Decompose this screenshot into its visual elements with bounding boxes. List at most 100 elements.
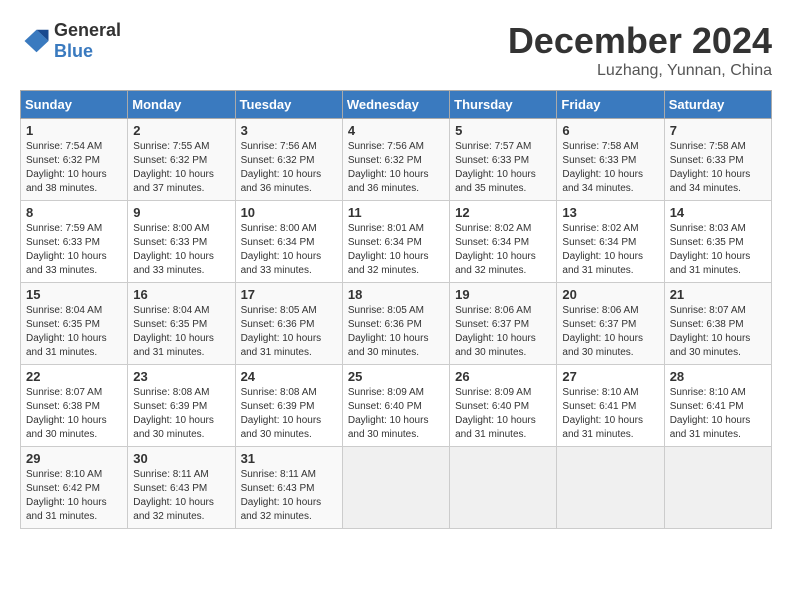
calendar-cell: 30 Sunrise: 8:11 AMSunset: 6:43 PMDayligh…: [128, 447, 235, 529]
day-info: Sunrise: 8:06 AMSunset: 6:37 PMDaylight:…: [562, 304, 658, 360]
calendar-cell: 31 Sunrise: 8:11 AMSunset: 6:43 PMDayligh…: [235, 447, 342, 529]
day-info: Sunrise: 8:08 AMSunset: 6:39 PMDaylight:…: [133, 386, 229, 442]
calendar-cell: 6 Sunrise: 7:58 AMSunset: 6:33 PMDaylight…: [557, 119, 664, 201]
calendar-week-row: 8 Sunrise: 7:59 AMSunset: 6:33 PMDaylight…: [21, 201, 772, 283]
day-info: Sunrise: 8:10 AMSunset: 6:41 PMDaylight:…: [670, 386, 766, 442]
day-info: Sunrise: 8:07 AMSunset: 6:38 PMDaylight:…: [670, 304, 766, 360]
day-info: Sunrise: 7:56 AMSunset: 6:32 PMDaylight:…: [348, 140, 444, 196]
day-number: 24: [241, 369, 337, 384]
col-tuesday: Tuesday: [235, 91, 342, 119]
day-info: Sunrise: 8:05 AMSunset: 6:36 PMDaylight:…: [348, 304, 444, 360]
day-number: 17: [241, 287, 337, 302]
calendar-cell: 1 Sunrise: 7:54 AMSunset: 6:32 PMDaylight…: [21, 119, 128, 201]
day-info: Sunrise: 7:56 AMSunset: 6:32 PMDaylight:…: [241, 140, 337, 196]
day-number: 9: [133, 205, 229, 220]
calendar-header-row: Sunday Monday Tuesday Wednesday Thursday…: [21, 91, 772, 119]
calendar-cell: 5 Sunrise: 7:57 AMSunset: 6:33 PMDaylight…: [450, 119, 557, 201]
calendar-cell: [342, 447, 449, 529]
day-info: Sunrise: 7:58 AMSunset: 6:33 PMDaylight:…: [670, 140, 766, 196]
day-info: Sunrise: 8:10 AMSunset: 6:41 PMDaylight:…: [562, 386, 658, 442]
day-info: Sunrise: 7:59 AMSunset: 6:33 PMDaylight:…: [26, 222, 122, 278]
day-number: 13: [562, 205, 658, 220]
calendar-cell: 23 Sunrise: 8:08 AMSunset: 6:39 PMDayligh…: [128, 365, 235, 447]
day-number: 14: [670, 205, 766, 220]
calendar-cell: 13 Sunrise: 8:02 AMSunset: 6:34 PMDayligh…: [557, 201, 664, 283]
day-info: Sunrise: 8:02 AMSunset: 6:34 PMDaylight:…: [455, 222, 551, 278]
calendar-cell: 3 Sunrise: 7:56 AMSunset: 6:32 PMDaylight…: [235, 119, 342, 201]
day-number: 15: [26, 287, 122, 302]
col-thursday: Thursday: [450, 91, 557, 119]
logo-text: General Blue: [54, 20, 121, 62]
day-info: Sunrise: 7:57 AMSunset: 6:33 PMDaylight:…: [455, 140, 551, 196]
calendar-cell: 22Sunrise: 8:07 AMSunset: 6:38 PMDayligh…: [21, 365, 128, 447]
day-info: Sunrise: 8:04 AMSunset: 6:35 PMDaylight:…: [26, 304, 122, 360]
day-number: 11: [348, 205, 444, 220]
day-info: Sunrise: 8:11 AMSunset: 6:43 PMDaylight:…: [241, 468, 337, 524]
day-number: 5: [455, 123, 551, 138]
calendar-cell: 4Sunrise: 7:56 AMSunset: 6:32 PMDaylight…: [342, 119, 449, 201]
calendar-cell: 14 Sunrise: 8:03 AMSunset: 6:35 PMDayligh…: [664, 201, 771, 283]
calendar-cell: 17 Sunrise: 8:05 AMSunset: 6:36 PMDayligh…: [235, 283, 342, 365]
calendar-cell: 9Sunrise: 8:00 AMSunset: 6:33 PMDaylight…: [128, 201, 235, 283]
calendar-cell: 18 Sunrise: 8:05 AMSunset: 6:36 PMDayligh…: [342, 283, 449, 365]
day-number: 30: [133, 451, 229, 466]
calendar-cell: 11Sunrise: 8:01 AMSunset: 6:34 PMDayligh…: [342, 201, 449, 283]
day-number: 10: [241, 205, 337, 220]
day-info: Sunrise: 8:03 AMSunset: 6:35 PMDaylight:…: [670, 222, 766, 278]
calendar-cell: 28Sunrise: 8:10 AMSunset: 6:41 PMDayligh…: [664, 365, 771, 447]
month-title: December 2024: [508, 20, 772, 62]
logo: General Blue: [20, 20, 121, 62]
day-info: Sunrise: 7:54 AMSunset: 6:32 PMDaylight:…: [26, 140, 122, 196]
day-info: Sunrise: 8:02 AMSunset: 6:34 PMDaylight:…: [562, 222, 658, 278]
calendar-week-row: 29Sunrise: 8:10 AMSunset: 6:42 PMDayligh…: [21, 447, 772, 529]
calendar-cell: 29Sunrise: 8:10 AMSunset: 6:42 PMDayligh…: [21, 447, 128, 529]
calendar-week-row: 15 Sunrise: 8:04 AMSunset: 6:35 PMDayligh…: [21, 283, 772, 365]
day-info: Sunrise: 8:05 AMSunset: 6:36 PMDaylight:…: [241, 304, 337, 360]
day-number: 21: [670, 287, 766, 302]
day-info: Sunrise: 8:00 AMSunset: 6:34 PMDaylight:…: [241, 222, 337, 278]
day-info: Sunrise: 8:09 AMSunset: 6:40 PMDaylight:…: [455, 386, 551, 442]
day-number: 16: [133, 287, 229, 302]
calendar-cell: 8 Sunrise: 7:59 AMSunset: 6:33 PMDaylight…: [21, 201, 128, 283]
col-monday: Monday: [128, 91, 235, 119]
day-number: 18: [348, 287, 444, 302]
day-number: 26: [455, 369, 551, 384]
col-wednesday: Wednesday: [342, 91, 449, 119]
calendar-cell: [557, 447, 664, 529]
day-number: 8: [26, 205, 122, 220]
logo-icon: [20, 26, 50, 56]
day-number: 29: [26, 451, 122, 466]
calendar-cell: 7Sunrise: 7:58 AMSunset: 6:33 PMDaylight…: [664, 119, 771, 201]
day-number: 27: [562, 369, 658, 384]
col-sunday: Sunday: [21, 91, 128, 119]
col-saturday: Saturday: [664, 91, 771, 119]
day-number: 23: [133, 369, 229, 384]
day-info: Sunrise: 8:11 AMSunset: 6:43 PMDaylight:…: [133, 468, 229, 524]
day-number: 31: [241, 451, 337, 466]
calendar-cell: 21 Sunrise: 8:07 AMSunset: 6:38 PMDayligh…: [664, 283, 771, 365]
day-number: 25: [348, 369, 444, 384]
calendar-cell: 24 Sunrise: 8:08 AMSunset: 6:39 PMDayligh…: [235, 365, 342, 447]
title-block: December 2024 Luzhang, Yunnan, China: [508, 20, 772, 80]
day-info: Sunrise: 7:58 AMSunset: 6:33 PMDaylight:…: [562, 140, 658, 196]
day-number: 3: [241, 123, 337, 138]
calendar-cell: 12 Sunrise: 8:02 AMSunset: 6:34 PMDayligh…: [450, 201, 557, 283]
calendar-cell: 25 Sunrise: 8:09 AMSunset: 6:40 PMDayligh…: [342, 365, 449, 447]
day-number: 20: [562, 287, 658, 302]
day-info: Sunrise: 8:09 AMSunset: 6:40 PMDaylight:…: [348, 386, 444, 442]
calendar-cell: [450, 447, 557, 529]
calendar-table: Sunday Monday Tuesday Wednesday Thursday…: [20, 90, 772, 529]
calendar-cell: 20 Sunrise: 8:06 AMSunset: 6:37 PMDayligh…: [557, 283, 664, 365]
calendar-cell: 27 Sunrise: 8:10 AMSunset: 6:41 PMDayligh…: [557, 365, 664, 447]
calendar-cell: 15 Sunrise: 8:04 AMSunset: 6:35 PMDayligh…: [21, 283, 128, 365]
day-number: 6: [562, 123, 658, 138]
day-number: 12: [455, 205, 551, 220]
day-number: 1: [26, 123, 122, 138]
location: Luzhang, Yunnan, China: [508, 62, 772, 80]
col-friday: Friday: [557, 91, 664, 119]
calendar-cell: 19Sunrise: 8:06 AMSunset: 6:37 PMDayligh…: [450, 283, 557, 365]
day-info: Sunrise: 8:06 AMSunset: 6:37 PMDaylight:…: [455, 304, 551, 360]
calendar-cell: 16Sunrise: 8:04 AMSunset: 6:35 PMDayligh…: [128, 283, 235, 365]
day-info: Sunrise: 8:08 AMSunset: 6:39 PMDaylight:…: [241, 386, 337, 442]
day-number: 2: [133, 123, 229, 138]
